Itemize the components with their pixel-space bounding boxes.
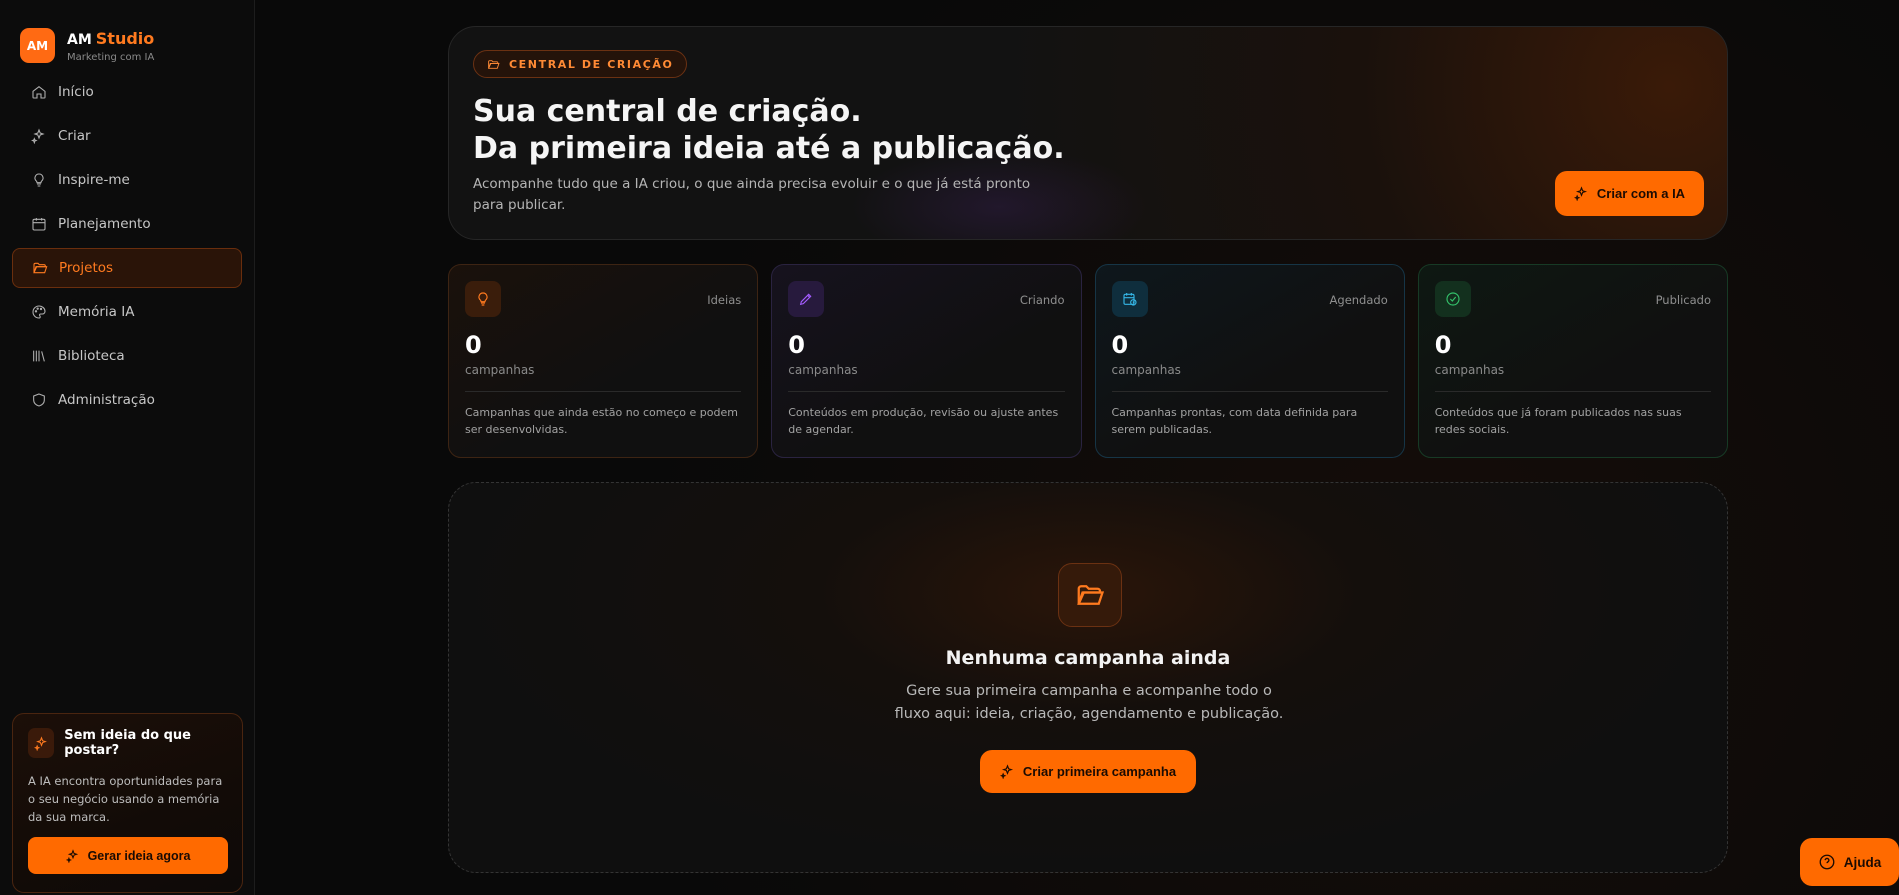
lightbulb-icon <box>34 173 44 187</box>
generate-idea-button[interactable]: Gerar ideia agora <box>28 837 228 874</box>
stat-icon-box <box>1434 281 1471 317</box>
sidebar-nav: Início Criar Inspire-me Planejamento Pro… <box>0 72 254 420</box>
library-icon <box>33 350 45 362</box>
brand-name-row: AM Studio <box>67 29 154 48</box>
help-label: Ajuda <box>1843 854 1882 870</box>
sidebar-item-inicio[interactable]: Início <box>12 72 242 112</box>
sparkles-icon <box>31 128 45 144</box>
check-circle-icon <box>1446 292 1460 306</box>
idea-promo-card: Sem ideia do que postar? A IA encontra o… <box>12 713 243 893</box>
help-circle-icon <box>1819 854 1835 870</box>
stat-description: Conteúdos que já foram publicados nas su… <box>1434 406 1682 436</box>
stat-tag: Agendado <box>1329 293 1388 307</box>
folder-open-icon <box>33 262 48 274</box>
brand-tagline: Marketing com IA <box>67 51 155 63</box>
sidebar-item-planejamento[interactable]: Planejamento <box>12 204 242 244</box>
shield-icon <box>33 393 45 407</box>
sparkles-icon <box>1573 186 1587 201</box>
stat-description: Campanhas que ainda estão no começo e po… <box>465 406 738 436</box>
divider <box>788 391 1065 392</box>
sidebar-item-label: Projetos <box>59 260 114 276</box>
page-subtitle: Acompanhe tudo que a IA criou, o que ain… <box>473 176 1031 213</box>
hero-badge: CENTRAL DE CRIAÇÃO <box>473 50 688 78</box>
stat-description: Conteúdos em produção, revisão ou ajuste… <box>788 406 1059 436</box>
sidebar-item-label: Biblioteca <box>58 348 125 364</box>
sidebar-item-label: Criar <box>58 128 91 144</box>
stat-cards: Ideias 0 campanhas Campanhas que ainda e… <box>448 264 1728 458</box>
sidebar-item-projetos[interactable]: Projetos <box>12 248 242 288</box>
sidebar-item-memoria-ia[interactable]: Memória IA <box>12 292 242 332</box>
stat-unit: campanhas <box>1434 363 1505 377</box>
hero-panel: CENTRAL DE CRIAÇÃO Sua central de criaçã… <box>448 26 1728 240</box>
create-with-ai-label: Criar com a IA <box>1596 186 1686 201</box>
promo-title: Sem ideia do que postar? <box>64 728 191 758</box>
sidebar-item-label: Inspire-me <box>58 172 130 188</box>
sparkles-icon <box>65 848 78 863</box>
calendar-icon <box>32 218 46 231</box>
divider <box>1111 391 1388 392</box>
stat-card-criando[interactable]: Criando 0 campanhas Conteúdos em produçã… <box>771 264 1082 458</box>
stat-tag: Ideias <box>707 293 742 307</box>
stat-card-ideias[interactable]: Ideias 0 campanhas Campanhas que ainda e… <box>448 264 759 458</box>
stat-icon-box <box>465 281 501 317</box>
divider <box>1434 391 1711 392</box>
stat-value: 0 <box>788 331 805 359</box>
promo-header: Sem ideia do que postar? <box>28 728 227 758</box>
empty-state: Nenhuma campanha ainda Gere sua primeira… <box>448 482 1728 873</box>
help-button[interactable]: Ajuda <box>1800 838 1899 886</box>
sidebar-item-administracao[interactable]: Administração <box>12 380 242 420</box>
sidebar-item-label: Administração <box>58 392 155 408</box>
stat-unit: campanhas <box>1111 363 1181 377</box>
empty-state-subtitle: Gere sua primeira campanha e acompanhe t… <box>894 683 1284 722</box>
empty-icon-box <box>1058 563 1122 627</box>
page-title-line2: Da primeira ideia até a publicação. <box>473 131 1065 166</box>
sidebar-item-label: Planejamento <box>58 216 151 232</box>
create-first-campaign-button[interactable]: Criar primeira campanha <box>980 750 1196 793</box>
stat-card-agendado[interactable]: Agendado 0 campanhas Campanhas prontas, … <box>1094 264 1405 458</box>
brand[interactable]: AM AM Studio Marketing com IA <box>0 0 254 72</box>
stat-icon-box <box>788 281 825 317</box>
stat-value: 0 <box>1434 331 1452 359</box>
stat-description: Campanhas prontas, com data definida par… <box>1111 406 1358 436</box>
stat-tag: Publicado <box>1655 293 1711 307</box>
page-title-line1: Sua central de criação. <box>473 94 862 129</box>
sidebar-item-label: Início <box>58 84 94 100</box>
brand-name: AM <box>67 31 92 48</box>
brand-logo: AM <box>20 28 55 63</box>
calendar-clock-icon <box>1122 293 1137 306</box>
stat-tag: Criando <box>1019 293 1065 307</box>
stat-unit: campanhas <box>788 363 858 377</box>
stat-value: 0 <box>465 331 482 359</box>
generate-idea-label: Gerar ideia agora <box>87 848 191 863</box>
sidebar-item-inspire-me[interactable]: Inspire-me <box>12 160 242 200</box>
folder-open-icon <box>1077 585 1105 605</box>
palette-icon <box>32 305 46 319</box>
promo-icon-box <box>28 728 55 758</box>
sidebar: AM AM Studio Marketing com IA Início Cria… <box>0 0 255 895</box>
brand-text: AM Studio Marketing com IA <box>67 29 154 63</box>
pencil-icon <box>800 293 812 306</box>
folder-open-icon <box>487 59 500 69</box>
sidebar-item-label: Memória IA <box>58 304 135 320</box>
divider <box>465 391 742 392</box>
brand-name-accent: Studio <box>95 28 155 48</box>
stat-unit: campanhas <box>465 363 535 377</box>
stat-card-publicado[interactable]: Publicado 0 campanhas Conteúdos que já f… <box>1417 264 1728 458</box>
promo-text: A IA encontra oportunidades para o seu n… <box>28 774 223 824</box>
hero-badge-label: CENTRAL DE CRIAÇÃO <box>509 57 674 71</box>
stat-value: 0 <box>1111 331 1129 359</box>
lightbulb-icon <box>478 292 488 306</box>
main-content: CENTRAL DE CRIAÇÃO Sua central de criaçã… <box>255 0 1899 895</box>
sparkles-icon <box>33 735 47 751</box>
create-with-ai-button[interactable]: Criar com a IA <box>1555 171 1704 216</box>
empty-state-title: Nenhuma campanha ainda <box>945 647 1231 669</box>
app-root: AM AM Studio Marketing com IA Início Cria… <box>0 0 1899 895</box>
sparkles-icon <box>999 764 1013 779</box>
stat-icon-box <box>1111 281 1148 317</box>
sidebar-item-biblioteca[interactable]: Biblioteca <box>12 336 242 376</box>
page-title: Sua central de criação. Da primeira idei… <box>473 93 1173 167</box>
create-first-campaign-label: Criar primeira campanha <box>1022 764 1177 779</box>
home-icon <box>32 85 46 99</box>
sidebar-item-criar[interactable]: Criar <box>12 116 242 156</box>
